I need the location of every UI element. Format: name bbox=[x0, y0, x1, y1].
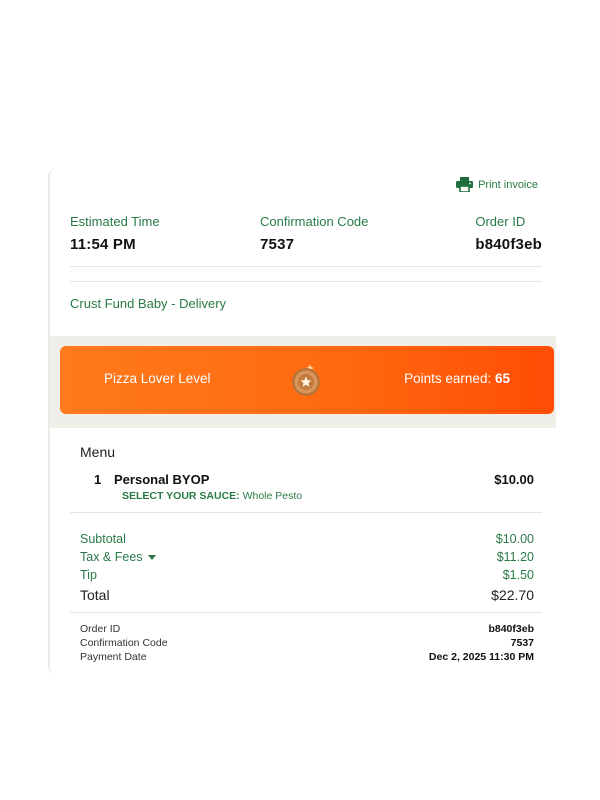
item-price: $10.00 bbox=[494, 472, 534, 487]
subtotal-row: Subtotal $10.00 bbox=[80, 532, 534, 546]
item-option: SELECT YOUR SAUCE: Whole Pesto bbox=[122, 490, 302, 502]
divider bbox=[70, 266, 542, 267]
estimated-time-value: 11:54 PM bbox=[70, 236, 136, 253]
caret-down-icon[interactable] bbox=[147, 555, 156, 561]
item-quantity: 1 bbox=[94, 472, 102, 487]
tax-fees-value: $11.20 bbox=[496, 550, 534, 564]
divider bbox=[70, 281, 542, 282]
tip-value: $1.50 bbox=[502, 568, 534, 582]
print-invoice-link[interactable]: Print invoice bbox=[456, 177, 538, 192]
star-medal-icon bbox=[288, 362, 324, 398]
meta-payment-date-row: Payment Date Dec 2, 2025 11:30 PM bbox=[80, 651, 534, 663]
item-option-value: Whole Pesto bbox=[242, 490, 303, 502]
tax-fees-row: Tax & Fees $11.20 bbox=[80, 550, 534, 564]
confirmation-code-block: Confirmation Code 7537 bbox=[260, 214, 368, 253]
item-option-key: SELECT YOUR SAUCE: bbox=[122, 490, 240, 502]
total-row: Total $22.70 bbox=[80, 587, 534, 603]
order-id-block: Order ID b840f3eb bbox=[475, 214, 542, 253]
meta-confirmation-row: Confirmation Code 7537 bbox=[80, 637, 534, 649]
order-id-value: b840f3eb bbox=[475, 236, 542, 253]
tip-label: Tip bbox=[80, 568, 97, 582]
total-label: Total bbox=[80, 587, 110, 603]
meta-confirmation-label: Confirmation Code bbox=[80, 637, 168, 649]
points-earned: Points earned: 65 bbox=[404, 371, 510, 386]
confirmation-code-value: 7537 bbox=[260, 236, 295, 253]
points-earned-label: Points earned: bbox=[404, 371, 492, 386]
item-name: Personal BYOP bbox=[114, 472, 210, 487]
meta-confirmation-value: 7537 bbox=[510, 637, 534, 649]
order-receipt-panel: Print invoice Estimated Time 11:54 PM Co… bbox=[48, 168, 556, 674]
menu-title: Menu bbox=[80, 444, 116, 460]
estimated-time-label: Estimated Time bbox=[70, 214, 160, 229]
tax-fees-toggle[interactable]: Tax & Fees bbox=[80, 550, 156, 564]
subtotal-value: $10.00 bbox=[495, 532, 534, 546]
divider bbox=[70, 612, 542, 613]
meta-order-id-value: b840f3eb bbox=[488, 623, 534, 635]
tax-fees-label: Tax & Fees bbox=[80, 550, 143, 564]
print-invoice-label: Print invoice bbox=[478, 178, 538, 191]
meta-payment-date-label: Payment Date bbox=[80, 651, 147, 663]
estimated-time-block: Estimated Time 11:54 PM bbox=[70, 214, 160, 253]
meta-order-id-row: Order ID b840f3eb bbox=[80, 623, 534, 635]
meta-order-id-label: Order ID bbox=[80, 623, 121, 635]
rewards-banner: Pizza Lover Level Points earned: 65 bbox=[60, 346, 554, 414]
divider bbox=[70, 512, 542, 513]
order-id-label: Order ID bbox=[475, 214, 526, 229]
store-name: Crust Fund Baby - Delivery bbox=[70, 296, 227, 311]
subtotal-label: Subtotal bbox=[80, 532, 126, 546]
points-earned-value: 65 bbox=[494, 371, 510, 386]
total-value: $22.70 bbox=[491, 587, 534, 603]
meta-payment-date-value: Dec 2, 2025 11:30 PM bbox=[428, 651, 534, 663]
tip-row: Tip $1.50 bbox=[80, 568, 534, 582]
confirmation-code-label: Confirmation Code bbox=[260, 214, 369, 229]
rewards-level-label: Pizza Lover Level bbox=[104, 371, 211, 386]
printer-icon bbox=[456, 177, 474, 192]
